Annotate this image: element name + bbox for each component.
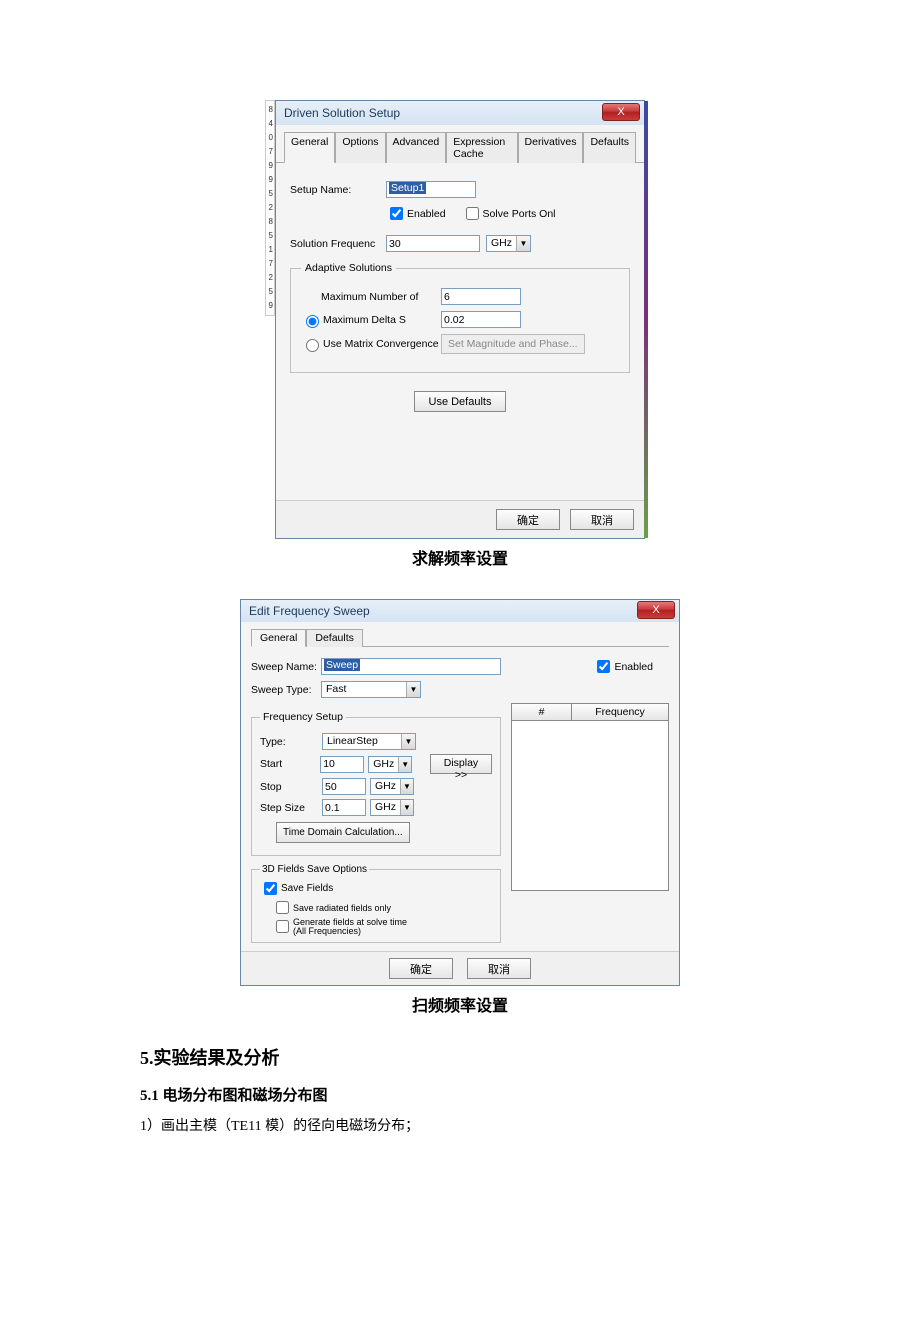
sweep-type-label: Sweep Type:	[251, 684, 321, 696]
tab-advanced[interactable]: Advanced	[386, 132, 447, 163]
col-frequency: Frequency	[572, 704, 668, 720]
tab-derivatives[interactable]: Derivatives	[518, 132, 584, 163]
dialog-title: Driven Solution Setup	[284, 106, 400, 120]
type-combo[interactable]: LinearStep ▼	[322, 733, 416, 750]
max-delta-s-input[interactable]	[441, 311, 521, 328]
stop-label: Stop	[260, 781, 318, 793]
chevron-down-icon: ▼	[400, 800, 413, 815]
section-5-heading: 5.实验结果及分析	[140, 1044, 780, 1070]
use-defaults-button[interactable]: Use Defaults	[414, 391, 507, 412]
sweep-name-label: Sweep Name:	[251, 661, 321, 673]
tabstrip: General Defaults	[251, 628, 669, 647]
figure-1-caption: 求解频率设置	[412, 545, 508, 569]
adaptive-legend: Adaptive Solutions	[301, 262, 396, 274]
chevron-down-icon: ▼	[400, 779, 413, 794]
chevron-down-icon: ▼	[398, 757, 411, 772]
enabled-checkbox[interactable]: Enabled	[386, 204, 446, 223]
dialog-titlebar[interactable]: Edit Frequency Sweep X	[241, 600, 679, 622]
tab-general[interactable]: General	[251, 629, 306, 647]
solution-frequency-label: Solution Frequenc	[290, 238, 386, 250]
adaptive-solutions-group: Adaptive Solutions Maximum Number of Max…	[290, 262, 630, 373]
start-unit-combo[interactable]: GHz ▼	[368, 756, 412, 773]
frequency-setup-legend: Frequency Setup	[260, 711, 346, 723]
fields-save-options-group: 3D Fields Save Options Save Fields Save …	[251, 864, 501, 943]
col-number: #	[512, 704, 572, 720]
sweep-type-combo[interactable]: Fast ▼	[321, 681, 421, 698]
save-radiated-checkbox[interactable]: Save radiated fields only	[272, 898, 391, 917]
frequency-table-body[interactable]	[511, 721, 669, 891]
save-fields-checkbox[interactable]: Save Fields	[260, 879, 333, 898]
setup-name-label: Setup Name:	[290, 184, 386, 196]
type-label: Type:	[260, 736, 318, 748]
setup-name-input[interactable]: Setup1	[386, 181, 476, 198]
stop-input[interactable]	[322, 778, 366, 795]
close-button[interactable]: X	[637, 601, 675, 619]
stop-unit-combo[interactable]: GHz ▼	[370, 778, 414, 795]
tab-defaults[interactable]: Defaults	[306, 629, 363, 647]
use-matrix-convergence-radio[interactable]: Use Matrix Convergence	[301, 336, 441, 352]
solution-frequency-unit[interactable]: GHz ▼	[486, 235, 531, 252]
edit-frequency-sweep-dialog: Edit Frequency Sweep X General Defaults …	[240, 599, 680, 986]
solution-frequency-input[interactable]	[386, 235, 480, 252]
set-magnitude-phase-button: Set Magnitude and Phase...	[441, 334, 585, 354]
enabled-checkbox[interactable]: Enabled	[593, 657, 653, 676]
frequency-setup-group: Frequency Setup Type: LinearStep ▼ Start	[251, 711, 501, 856]
dialog-titlebar[interactable]: Driven Solution Setup X	[276, 101, 644, 125]
close-button[interactable]: X	[602, 103, 640, 121]
step-unit-combo[interactable]: GHz ▼	[370, 799, 414, 816]
ok-button[interactable]: 确定	[389, 958, 453, 979]
max-number-input[interactable]	[441, 288, 521, 305]
generate-fields-checkbox[interactable]: Generate fields at solve time (All Frequ…	[272, 917, 413, 936]
time-domain-button[interactable]: Time Domain Calculation...	[276, 822, 410, 843]
chevron-down-icon: ▼	[401, 734, 415, 749]
start-input[interactable]	[320, 756, 364, 773]
tabstrip: General Options Advanced Expression Cach…	[276, 125, 644, 163]
section-5-1-heading: 5.1 电场分布图和磁场分布图	[140, 1084, 780, 1105]
solve-ports-checkbox[interactable]: Solve Ports Onl	[462, 204, 556, 223]
max-delta-s-radio[interactable]: Maximum Delta S	[301, 312, 441, 328]
start-label: Start	[260, 758, 316, 770]
chevron-down-icon: ▼	[516, 236, 530, 251]
tab-expression-cache[interactable]: Expression Cache	[446, 132, 517, 163]
dialog-title: Edit Frequency Sweep	[249, 604, 370, 618]
tab-options[interactable]: Options	[335, 132, 385, 163]
sweep-name-input[interactable]: Sweep	[321, 658, 501, 675]
step-size-input[interactable]	[322, 799, 366, 816]
figure-1: 8 4 0 7 9 9 5 2 8 5 1 7 2 5 9 Driven	[140, 100, 780, 569]
display-button[interactable]: Display >>	[430, 754, 492, 774]
ok-button[interactable]: 确定	[496, 509, 560, 530]
driven-solution-setup-dialog: Driven Solution Setup X General Options …	[275, 100, 645, 539]
cancel-button[interactable]: 取消	[570, 509, 634, 530]
cancel-button[interactable]: 取消	[467, 958, 531, 979]
code-gutter: 8 4 0 7 9 9 5 2 8 5 1 7 2 5 9	[265, 100, 275, 316]
frequency-table-header: # Frequency	[511, 703, 669, 721]
step-size-label: Step Size	[260, 802, 318, 814]
chevron-down-icon: ▼	[406, 682, 420, 697]
figure-2-caption: 扫频频率设置	[412, 992, 508, 1016]
figure-2: Edit Frequency Sweep X General Defaults …	[140, 599, 780, 1016]
color-stripe	[644, 101, 648, 538]
body-line-1: 1）画出主模（TE11 模）的径向电磁场分布；	[140, 1115, 780, 1135]
fields-legend: 3D Fields Save Options	[260, 864, 369, 875]
max-number-label: Maximum Number of	[321, 291, 441, 303]
tab-defaults[interactable]: Defaults	[583, 132, 636, 163]
tab-general[interactable]: General	[284, 132, 335, 163]
